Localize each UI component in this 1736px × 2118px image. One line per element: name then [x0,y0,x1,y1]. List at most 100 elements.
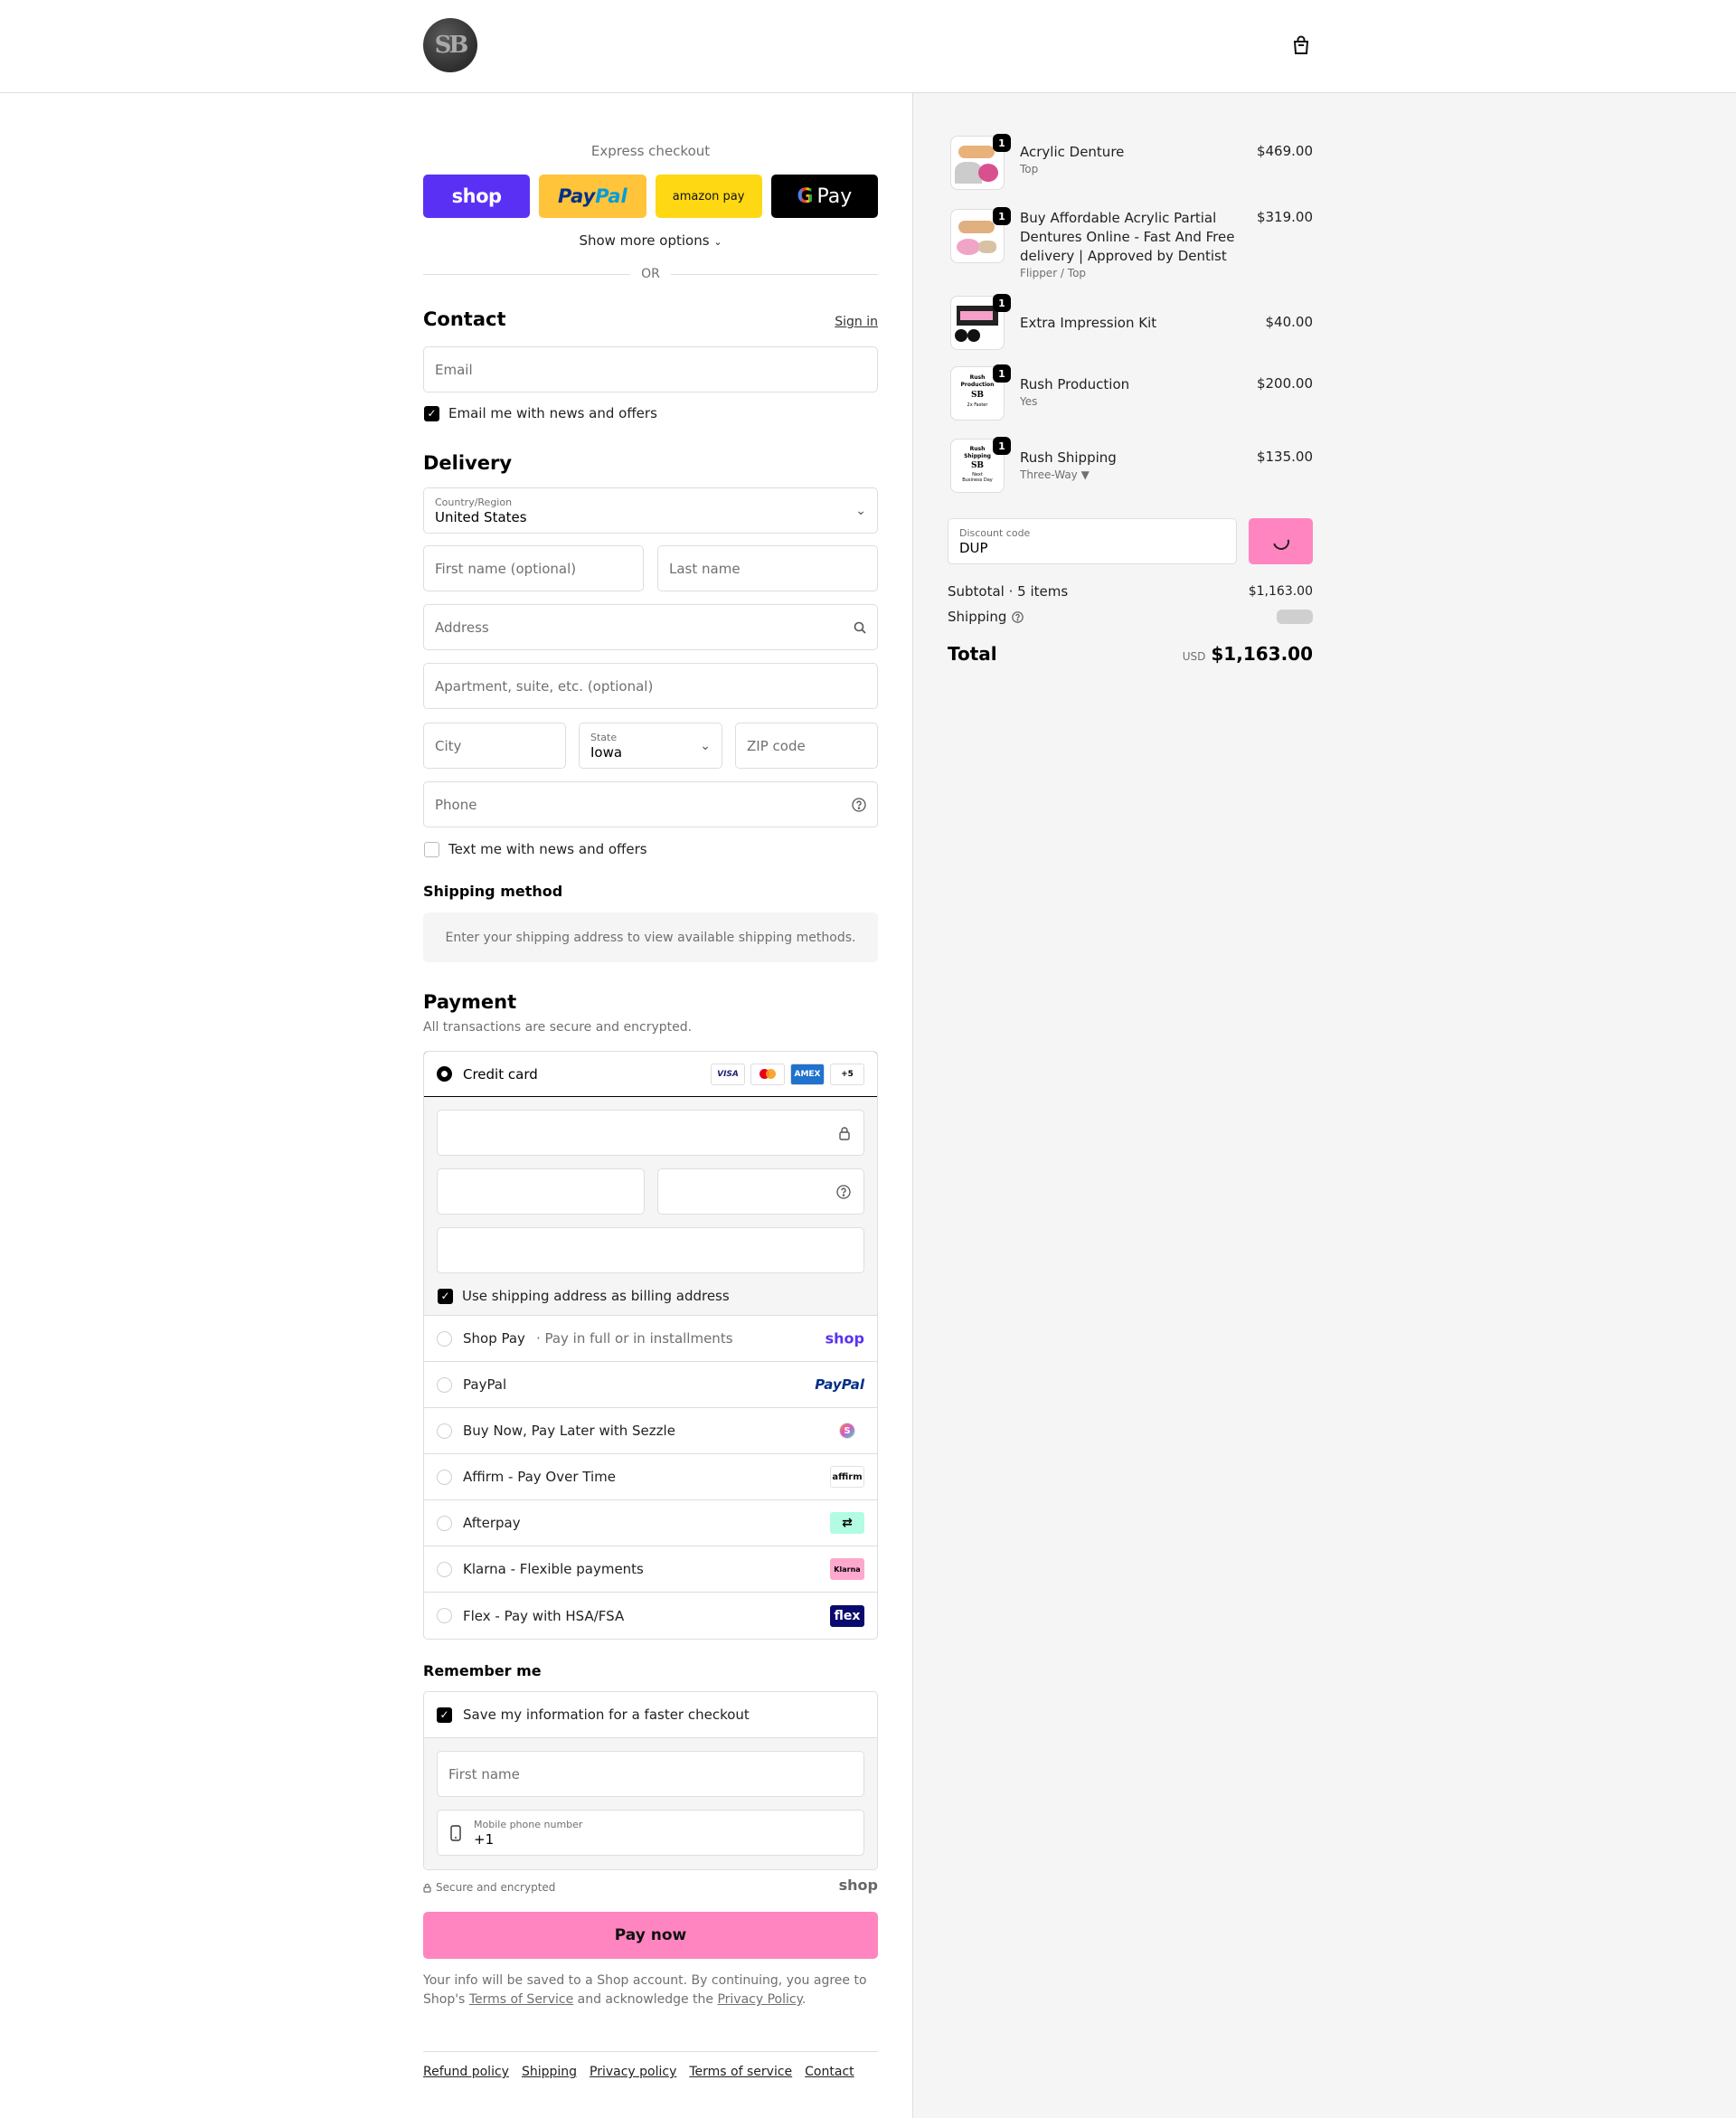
discount-code-field[interactable]: Discount code DUP [948,518,1237,564]
terms-of-service-footer-link[interactable]: Terms of service [689,2065,792,2079]
name-on-card-field[interactable] [437,1227,864,1273]
discount-code-label: Discount code [959,526,1031,539]
klarna-radio[interactable] [437,1561,452,1577]
mobile-phone-field[interactable]: Mobile phone number +1 [437,1810,864,1856]
help-icon[interactable] [852,797,866,812]
state-label: State [590,731,618,743]
privacy-policy-footer-link[interactable]: Privacy policy [590,2065,676,2079]
sezzle-radio[interactable] [437,1423,452,1439]
shipping-method-heading: Shipping method [423,883,563,900]
thumb-text: SB [970,461,985,470]
paypal-radio[interactable] [437,1376,452,1393]
show-more-options-link[interactable]: Show more options ⌄ [423,232,878,249]
flex-radio[interactable] [437,1608,452,1623]
terms-of-service-link[interactable]: Terms of Service [469,1992,573,2007]
privacy-policy-link[interactable]: Privacy Policy [717,1992,801,2007]
shipping-label: Shipping [948,609,1007,625]
save-info-checkbox[interactable]: ✓ [437,1707,452,1723]
contact-heading: Contact [423,308,506,330]
city-field[interactable]: City [423,723,566,769]
text-news-label: Text me with news and offers [448,841,647,857]
contact-link[interactable]: Contact [805,2065,854,2079]
card-number-field[interactable] [437,1110,864,1156]
mobile-phone-value: +1 [474,1830,495,1848]
lock-icon [423,1883,431,1893]
afterpay-option[interactable]: Afterpay ⇄ [424,1500,877,1546]
security-code-field[interactable] [657,1168,864,1215]
zip-field[interactable]: ZIP code [735,723,878,769]
email-news-checkbox[interactable]: ✓ [424,405,439,421]
search-icon [854,621,866,634]
mobile-phone-label: Mobile phone number [474,1818,583,1830]
or-divider: OR [423,267,878,281]
shipping-value-placeholder [1277,610,1313,624]
help-icon[interactable] [1012,610,1024,623]
credit-card-option[interactable]: Credit card VISA AMEX +5 [424,1052,877,1097]
remember-me-form: First name Mobile phone number +1 [424,1738,877,1869]
email-news-checkbox-row[interactable]: ✓ Email me with news and offers [424,405,657,421]
last-name-field[interactable]: Last name [657,545,878,591]
shopping-bag-icon[interactable] [1291,34,1311,56]
currency-label: USD [1182,650,1206,663]
help-icon[interactable] [836,1185,851,1199]
afterpay-option-label: Afterpay [463,1515,521,1531]
affirm-option[interactable]: Affirm - Pay Over Time affirm [424,1454,877,1500]
state-select[interactable]: State Iowa ⌄ [579,723,722,769]
klarna-option[interactable]: Klarna - Flexible payments Klarna [424,1546,877,1593]
flex-logo: flex [830,1604,864,1627]
loading-spinner-icon [1269,530,1292,553]
shop-pay-option-label: Shop Pay [463,1330,525,1347]
line-item-name: Rush Shipping [1020,449,1117,466]
flex-option-label: Flex - Pay with HSA/FSA [463,1607,625,1624]
discount-code-value: DUP [959,539,988,556]
shipping-link[interactable]: Shipping [522,2065,577,2079]
paypal-button[interactable]: Pay Pal [539,175,646,218]
shop-pay-option[interactable]: Shop Pay · Pay in full or in installment… [424,1316,877,1362]
line-item-variant: Top [1020,163,1039,175]
store-logo[interactable]: SB [423,18,477,72]
secure-encrypted-label: Secure and encrypted [436,1881,556,1894]
afterpay-radio[interactable] [437,1515,452,1531]
credit-card-radio[interactable] [437,1066,452,1082]
expiration-date-field[interactable] [437,1168,645,1215]
thumb-text: 2x Faster [967,402,988,408]
line-item-variant[interactable]: Three-Way ▼ [1020,468,1246,482]
sign-in-link[interactable]: Sign in [835,315,878,329]
apply-discount-button[interactable] [1249,518,1313,564]
text-news-checkbox[interactable] [424,841,439,857]
google-pay-button[interactable]: G Pay [770,175,878,218]
affirm-option-label: Affirm - Pay Over Time [463,1469,616,1485]
phone-placeholder: Phone [435,796,477,813]
sezzle-logo: S [839,1423,855,1439]
affirm-radio[interactable] [437,1469,452,1485]
klarna-option-label: Klarna - Flexible payments [463,1561,644,1577]
shop-pay-radio[interactable] [437,1330,452,1347]
save-info-checkbox-row[interactable]: ✓ Save my information for a faster check… [424,1692,877,1738]
google-g-icon: G [797,184,814,208]
line-item-name: Rush Production [1020,376,1130,392]
credit-card-label: Credit card [463,1065,538,1083]
text-news-checkbox-row[interactable]: Text me with news and offers [424,841,647,857]
country-select[interactable]: Country/Region United States ⌄ [423,487,878,534]
billing-address-checkbox[interactable]: ✓ [438,1288,453,1304]
pay-now-button[interactable]: Pay now [423,1912,878,1959]
first-name-field[interactable]: First name (optional) [423,545,644,591]
line-item-price: $469.00 [1256,143,1313,159]
address-field[interactable]: Address [423,604,878,650]
phone-field[interactable]: Phone [423,781,878,827]
country-label: Country/Region [435,496,513,508]
paypal-option[interactable]: PayPal PayPal [424,1362,877,1408]
shop-pay-button[interactable]: shop [423,175,531,218]
flex-option[interactable]: Flex - Pay with HSA/FSA flex [424,1593,877,1639]
billing-address-checkbox-row[interactable]: ✓ Use shipping address as billing addres… [438,1288,730,1304]
apartment-field[interactable]: Apartment, suite, etc. (optional) [423,663,878,709]
address-placeholder: Address [435,619,489,636]
shop-pay-logo: shop [825,1329,864,1347]
refund-policy-link[interactable]: Refund policy [423,2065,509,2079]
legal-text: Your info will be saved to a Shop accoun… [423,1971,878,2009]
remember-first-name-field[interactable]: First name [437,1751,864,1797]
amazon-pay-button[interactable]: amazon pay [655,175,762,218]
sezzle-option[interactable]: Buy Now, Pay Later with Sezzle S [424,1408,877,1454]
email-field[interactable]: Email [423,346,878,392]
line-item-price: $319.00 [1256,209,1313,225]
